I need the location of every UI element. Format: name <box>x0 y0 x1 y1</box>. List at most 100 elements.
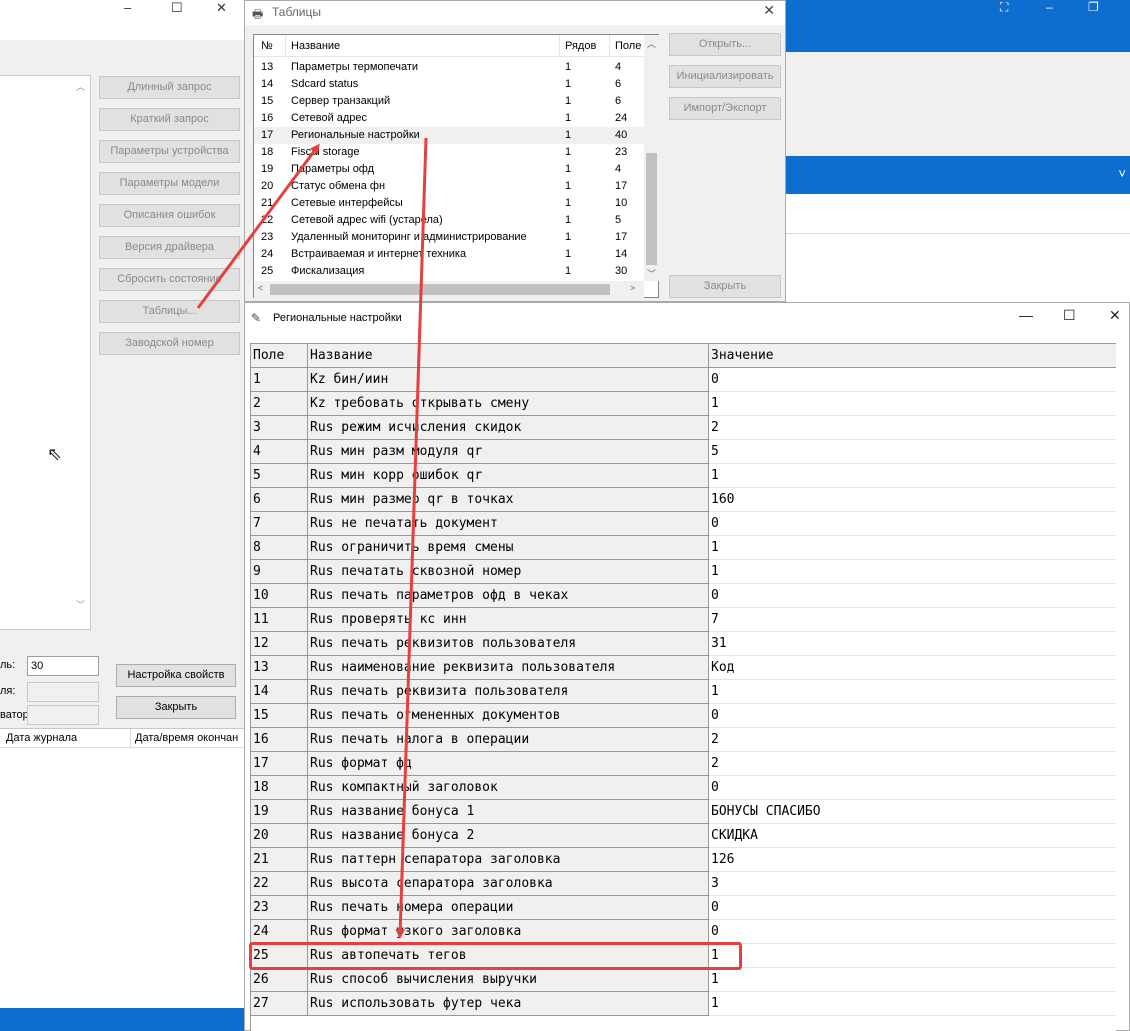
grid-row[interactable]: 17 Rus формат фд 2 <box>251 752 1116 776</box>
table-row[interactable]: 16 Сетевой адрес 1 24 <box>254 110 644 127</box>
column-header[interactable]: Дата журнала <box>6 732 77 744</box>
grid-row[interactable]: 10 Rus печать параметров офд в чеках 0 <box>251 584 1116 608</box>
close-icon[interactable]: ✕ <box>763 2 775 19</box>
regional-settings-grid[interactable]: Поле Название Значение 1 Kz бин/иин 0 2 Kz т… <box>250 343 1116 1031</box>
grid-row[interactable]: 13 Rus наименование реквизита пользовател… <box>251 656 1116 680</box>
device-params-button[interactable]: Параметры устройства <box>99 140 240 163</box>
grid-row[interactable]: 5 Rus мин корр ошибок qr 1 <box>251 464 1116 488</box>
model-params-button[interactable]: Параметры модели <box>99 172 240 195</box>
long-request-button[interactable]: Длинный запрос <box>99 76 240 99</box>
minimize-icon[interactable]: – <box>124 0 131 15</box>
grid-row[interactable]: 27 Rus использовать футер чека 1 <box>251 992 1116 1016</box>
initialize-button[interactable]: Инициализировать <box>669 65 781 88</box>
field-value-cell[interactable]: БОНУСЫ СПАСИБО <box>709 800 1116 824</box>
table-row[interactable]: 18 Fiscal storage 1 23 <box>254 144 644 161</box>
grid-row[interactable]: 20 Rus название бонуса 2 СКИДКА <box>251 824 1116 848</box>
grid-row[interactable]: 18 Rus компактный заголовок 0 <box>251 776 1116 800</box>
grid-row[interactable]: 2 Kz требовать открывать смену 1 <box>251 392 1116 416</box>
close-button[interactable]: Закрыть <box>669 275 781 298</box>
grid-row[interactable]: 4 Rus мин разм модуля qr 5 <box>251 440 1116 464</box>
reset-state-button[interactable]: Сбросить состояние <box>99 268 240 291</box>
field-value-cell[interactable]: 0 <box>709 704 1116 728</box>
scrollbar-thumb[interactable] <box>646 153 657 265</box>
field-value-cell[interactable]: 0 <box>709 776 1116 800</box>
field-value-cell[interactable]: 1 <box>709 680 1116 704</box>
table-row[interactable]: 20 Статус обмена фн 1 17 <box>254 178 644 195</box>
horizontal-scrollbar[interactable]: < > <box>254 281 644 298</box>
scroll-right-icon[interactable]: > <box>630 283 635 293</box>
grid-row[interactable]: 8 Rus ограничить время смены 1 <box>251 536 1116 560</box>
scroll-left-icon[interactable]: < <box>258 283 263 293</box>
tables-list[interactable]: № Название Рядов Поле 13 Параметры термоп… <box>253 34 659 298</box>
grid-row[interactable]: 7 Rus не печатать документ 0 <box>251 512 1116 536</box>
grid-row[interactable]: 15 Rus печать отмененных документов 0 <box>251 704 1116 728</box>
field-value-cell[interactable]: 2 <box>709 752 1116 776</box>
grid-row[interactable]: 14 Rus печать реквизита пользователя 1 <box>251 680 1116 704</box>
field-value-cell[interactable]: 2 <box>709 728 1116 752</box>
close-icon[interactable]: ✕ <box>216 0 227 16</box>
table-row[interactable]: 22 Сетевой адрес wifi (устарела) 1 5 <box>254 212 644 229</box>
field-value-cell[interactable]: 1 <box>709 992 1116 1016</box>
grid-row[interactable]: 21 Rus паттерн сепаратора заголовка 126 <box>251 848 1116 872</box>
column-header[interactable]: Дата/время окончан <box>135 732 238 744</box>
driver-version-button[interactable]: Версия драйвера <box>99 236 240 259</box>
field-value-cell[interactable]: 1 <box>709 464 1116 488</box>
grid-row[interactable]: 24 Rus формат узкого заголовка 0 <box>251 920 1116 944</box>
grid-row[interactable]: 22 Rus высота сепаратора заголовка 3 <box>251 872 1116 896</box>
restore-icon[interactable]: ❐ <box>1088 0 1099 14</box>
field-value-cell[interactable]: 0 <box>709 368 1116 392</box>
field-value-cell[interactable]: 0 <box>709 512 1116 536</box>
port-input[interactable]: 30 <box>27 656 99 676</box>
table-row[interactable]: 14 Sdcard status 1 6 <box>254 76 644 93</box>
open-button[interactable]: Открыть... <box>669 33 781 56</box>
minimize-icon[interactable]: – <box>1046 0 1053 14</box>
driver-log-list[interactable]: ︿ ﹀ > <box>0 75 91 699</box>
fullscreen-icon[interactable]: ⛶ <box>1000 0 1008 15</box>
table-row[interactable]: 24 Встраиваемая и интернет техника 1 14 <box>254 246 644 263</box>
grid-row[interactable]: 6 Rus мин размер qr в точках 160 <box>251 488 1116 512</box>
tables-button[interactable]: Таблицы... <box>99 300 240 323</box>
grid-row[interactable]: 1 Kz бин/иин 0 <box>251 368 1116 392</box>
field-input-2[interactable] <box>27 682 99 702</box>
field-value-cell[interactable]: 0 <box>709 896 1116 920</box>
serial-number-button[interactable]: Заводской номер <box>99 332 240 355</box>
close-icon[interactable]: ✕ <box>1109 307 1121 324</box>
column-header-name[interactable]: Название <box>291 40 340 52</box>
grid-row[interactable]: 26 Rus способ вычисления выручки 1 <box>251 968 1116 992</box>
field-value-cell[interactable]: СКИДКА <box>709 824 1116 848</box>
grid-row[interactable]: 9 Rus печатать сквозной номер 1 <box>251 560 1116 584</box>
field-value-cell[interactable]: 1 <box>709 560 1116 584</box>
maximize-icon[interactable]: ☐ <box>1063 307 1076 324</box>
field-value-cell[interactable]: 1 <box>709 944 1116 968</box>
field-value-cell[interactable]: 1 <box>709 536 1116 560</box>
scrollbar-thumb[interactable] <box>270 284 610 295</box>
table-row[interactable]: 19 Параметры офд 1 4 <box>254 161 644 178</box>
table-row[interactable]: 15 Сервер транзакций 1 6 <box>254 93 644 110</box>
chevron-down-icon[interactable]: ˅ <box>1118 166 1126 181</box>
close-button[interactable]: Закрыть <box>116 696 236 719</box>
field-value-cell[interactable]: 160 <box>709 488 1116 512</box>
table-row[interactable]: 23 Удаленный мониторинг и администрирован… <box>254 229 644 246</box>
grid-row[interactable]: 12 Rus печать реквизитов пользователя 31 <box>251 632 1116 656</box>
field-value-cell[interactable]: 1 <box>709 392 1116 416</box>
minimize-icon[interactable]: — <box>1019 307 1033 323</box>
maximize-icon[interactable]: ☐ <box>171 0 183 16</box>
scroll-down-icon[interactable]: ﹀ <box>76 598 85 611</box>
field-value-cell[interactable]: 1 <box>709 968 1116 992</box>
short-request-button[interactable]: Краткий запрос <box>99 108 240 131</box>
field-value-cell[interactable]: 0 <box>709 920 1116 944</box>
operator-input[interactable] <box>27 705 99 725</box>
scroll-down-icon[interactable]: ﹀ <box>647 267 656 280</box>
field-value-cell[interactable]: 7 <box>709 608 1116 632</box>
column-header-number[interactable]: № <box>261 40 273 52</box>
grid-row[interactable]: 16 Rus печать налога в операции 2 <box>251 728 1116 752</box>
column-header-name[interactable]: Название <box>308 344 709 368</box>
grid-row[interactable]: 19 Rus название бонуса 1 БОНУСЫ СПАСИБО <box>251 800 1116 824</box>
grid-row[interactable]: 11 Rus проверять кс инн 7 <box>251 608 1116 632</box>
field-value-cell[interactable]: 126 <box>709 848 1116 872</box>
field-value-cell[interactable]: Код <box>709 656 1116 680</box>
error-descriptions-button[interactable]: Описания ошибок <box>99 204 240 227</box>
scroll-up-icon[interactable]: ︿ <box>647 37 656 50</box>
table-row[interactable]: 21 Сетевые интерфейсы 1 10 <box>254 195 644 212</box>
field-value-cell[interactable]: 3 <box>709 872 1116 896</box>
